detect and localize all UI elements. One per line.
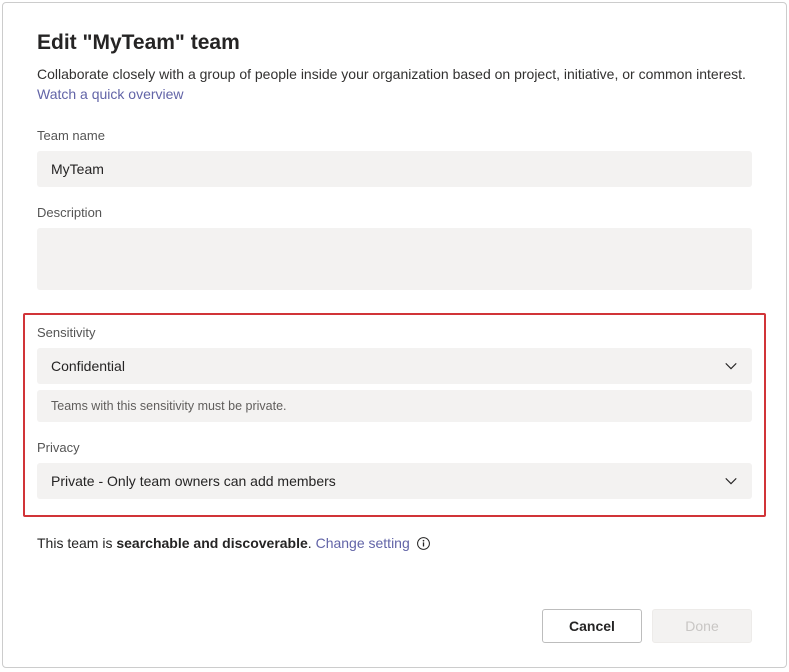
sensitivity-value: Confidential [51, 358, 125, 374]
watch-overview-link[interactable]: Watch a quick overview [37, 86, 184, 102]
privacy-group: Privacy Private - Only team owners can a… [37, 440, 752, 499]
sensitivity-group: Sensitivity Confidential Teams with this… [37, 325, 752, 422]
privacy-select[interactable]: Private - Only team owners can add membe… [37, 463, 752, 499]
highlighted-section: Sensitivity Confidential Teams with this… [23, 313, 766, 517]
description-group: Description [37, 205, 752, 295]
cancel-button[interactable]: Cancel [542, 609, 642, 643]
dialog-footer: Cancel Done [542, 609, 752, 643]
subtitle-text: Collaborate closely with a group of peop… [37, 66, 746, 82]
done-button: Done [652, 609, 752, 643]
sensitivity-label: Sensitivity [37, 325, 752, 340]
sensitivity-select[interactable]: Confidential [37, 348, 752, 384]
team-name-input[interactable] [37, 151, 752, 187]
info-icon[interactable] [416, 536, 431, 551]
team-name-group: Team name [37, 128, 752, 187]
description-input[interactable] [37, 228, 752, 290]
sensitivity-hint: Teams with this sensitivity must be priv… [37, 390, 752, 422]
dialog-subtitle: Collaborate closely with a group of peop… [37, 65, 752, 104]
description-label: Description [37, 205, 752, 220]
discover-suffix: . [308, 535, 316, 551]
change-setting-link[interactable]: Change setting [316, 535, 410, 551]
privacy-value: Private - Only team owners can add membe… [51, 473, 336, 489]
chevron-down-icon [724, 359, 738, 373]
dialog-title: Edit "MyTeam" team [37, 31, 752, 55]
team-name-label: Team name [37, 128, 752, 143]
edit-team-dialog: Edit "MyTeam" team Collaborate closely w… [2, 2, 787, 668]
discover-prefix: This team is [37, 535, 116, 551]
privacy-label: Privacy [37, 440, 752, 455]
discover-text: This team is searchable and discoverable… [37, 535, 410, 551]
discover-bold: searchable and discoverable [116, 535, 307, 551]
discoverability-line: This team is searchable and discoverable… [37, 535, 752, 551]
chevron-down-icon [724, 474, 738, 488]
